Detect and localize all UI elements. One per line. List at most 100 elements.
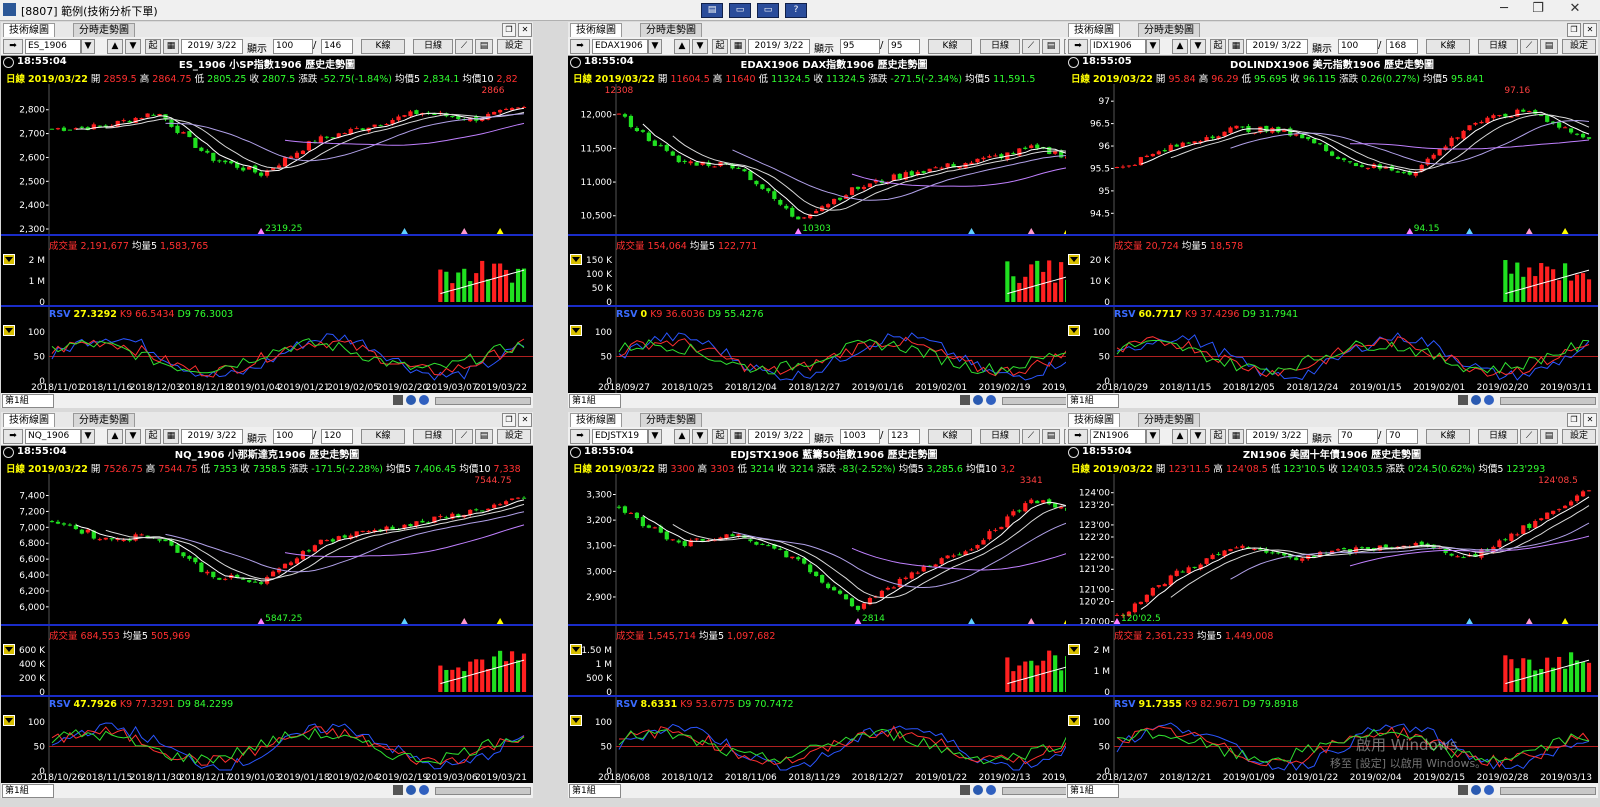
volume-expand-icon[interactable] bbox=[3, 254, 15, 265]
toolbar-button-3[interactable]: ▭ bbox=[757, 3, 779, 18]
display-count-input[interactable]: 70 bbox=[1338, 429, 1378, 444]
volume-expand-icon[interactable] bbox=[3, 644, 15, 655]
link-arrow-icon[interactable]: ➡ bbox=[570, 39, 590, 54]
tab-intraday-chart[interactable]: 分時走勢圖 bbox=[640, 23, 702, 37]
zoom-out-icon[interactable] bbox=[419, 785, 429, 795]
zoom-in-icon[interactable] bbox=[973, 785, 983, 795]
draw-line-icon[interactable]: ⟋ bbox=[1022, 429, 1040, 444]
export-excel-icon[interactable]: ▤ bbox=[1540, 429, 1558, 444]
tab-intraday-chart[interactable]: 分時走勢圖 bbox=[1138, 413, 1200, 427]
restore-icon[interactable]: ❐ bbox=[1528, 1, 1548, 16]
date-mode-icon[interactable]: ▦ bbox=[730, 429, 746, 444]
prev-up-icon[interactable]: ▲ bbox=[1172, 39, 1188, 54]
symbol-input[interactable]: EDAX1906 bbox=[592, 39, 648, 54]
panel-restore-icon[interactable]: ❐ bbox=[1567, 23, 1581, 37]
toolbar-button-help[interactable]: ? bbox=[785, 3, 807, 18]
export-excel-icon[interactable]: ▤ bbox=[1042, 39, 1060, 54]
date-mode-icon[interactable]: ▦ bbox=[730, 39, 746, 54]
panel-restore-icon[interactable]: ❐ bbox=[502, 413, 516, 427]
prev-up-icon[interactable]: ▲ bbox=[107, 39, 123, 54]
scroll-track[interactable] bbox=[435, 397, 531, 405]
zoom-out-icon[interactable] bbox=[1484, 395, 1494, 405]
display-count-input[interactable]: 95 bbox=[840, 39, 880, 54]
zoom-out-icon[interactable] bbox=[419, 395, 429, 405]
export-excel-icon[interactable]: ▤ bbox=[1540, 39, 1558, 54]
prev-up-icon[interactable]: ▲ bbox=[1172, 429, 1188, 444]
kd-expand-icon[interactable] bbox=[3, 325, 15, 336]
tab-technical-chart[interactable]: 技術線圖 bbox=[1068, 413, 1120, 427]
tab-technical-chart[interactable]: 技術線圖 bbox=[3, 23, 55, 37]
settings-button[interactable]: 設定 bbox=[497, 429, 531, 444]
zoom-in-icon[interactable] bbox=[406, 785, 416, 795]
date-mode-icon[interactable]: ▦ bbox=[163, 39, 179, 54]
zoom-fit-icon[interactable] bbox=[1458, 785, 1468, 795]
panel-close-icon[interactable]: ✕ bbox=[1583, 413, 1597, 427]
zoom-in-icon[interactable] bbox=[1471, 785, 1481, 795]
link-arrow-icon[interactable]: ➡ bbox=[3, 429, 23, 444]
tab-technical-chart[interactable]: 技術線圖 bbox=[570, 413, 622, 427]
draw-line-icon[interactable]: ⟋ bbox=[455, 429, 473, 444]
volume-expand-icon[interactable] bbox=[1068, 254, 1080, 265]
date-input[interactable]: 2019/ 3/22 bbox=[1246, 429, 1308, 444]
zoom-fit-icon[interactable] bbox=[960, 395, 970, 405]
link-arrow-icon[interactable]: ➡ bbox=[1068, 429, 1088, 444]
start-mode-button[interactable]: 起 bbox=[712, 429, 728, 444]
close-icon[interactable]: ✕ bbox=[1565, 1, 1585, 16]
panel-restore-icon[interactable]: ❐ bbox=[502, 23, 516, 37]
date-input[interactable]: 2019/ 3/22 bbox=[748, 429, 810, 444]
period-button[interactable]: 日線 bbox=[413, 429, 453, 444]
symbol-dropdown-icon[interactable]: ▼ bbox=[648, 429, 662, 444]
zoom-in-icon[interactable] bbox=[406, 395, 416, 405]
group-select[interactable]: 第1組 bbox=[569, 784, 621, 798]
toolbar-button-1[interactable]: ▤ bbox=[701, 3, 723, 18]
next-down-icon[interactable]: ▼ bbox=[1190, 39, 1206, 54]
panel-close-icon[interactable]: ✕ bbox=[518, 413, 532, 427]
kline-type-button[interactable]: K線 bbox=[361, 429, 405, 444]
prev-up-icon[interactable]: ▲ bbox=[107, 429, 123, 444]
kd-expand-icon[interactable] bbox=[570, 325, 582, 336]
period-button[interactable]: 日線 bbox=[1478, 429, 1518, 444]
export-excel-icon[interactable]: ▤ bbox=[475, 39, 493, 54]
date-input[interactable]: 2019/ 3/22 bbox=[748, 39, 810, 54]
tab-intraday-chart[interactable]: 分時走勢圖 bbox=[73, 413, 135, 427]
zoom-fit-icon[interactable] bbox=[960, 785, 970, 795]
kline-type-button[interactable]: K線 bbox=[361, 39, 405, 54]
draw-line-icon[interactable]: ⟋ bbox=[1520, 429, 1538, 444]
symbol-input[interactable]: IDX1906 bbox=[1090, 39, 1146, 54]
period-button[interactable]: 日線 bbox=[413, 39, 453, 54]
date-input[interactable]: 2019/ 3/22 bbox=[181, 39, 243, 54]
display-count-input[interactable]: 100 bbox=[273, 39, 313, 54]
panel-restore-icon[interactable]: ❐ bbox=[1567, 413, 1581, 427]
symbol-dropdown-icon[interactable]: ▼ bbox=[648, 39, 662, 54]
kline-type-button[interactable]: K線 bbox=[928, 429, 972, 444]
kline-type-button[interactable]: K線 bbox=[928, 39, 972, 54]
symbol-dropdown-icon[interactable]: ▼ bbox=[81, 429, 95, 444]
kline-type-button[interactable]: K線 bbox=[1426, 39, 1470, 54]
export-excel-icon[interactable]: ▤ bbox=[1042, 429, 1060, 444]
start-mode-button[interactable]: 起 bbox=[1210, 39, 1226, 54]
symbol-dropdown-icon[interactable]: ▼ bbox=[1146, 429, 1160, 444]
draw-line-icon[interactable]: ⟋ bbox=[1022, 39, 1040, 54]
tab-intraday-chart[interactable]: 分時走勢圖 bbox=[640, 413, 702, 427]
symbol-dropdown-icon[interactable]: ▼ bbox=[1146, 39, 1160, 54]
group-select[interactable]: 第1組 bbox=[1067, 394, 1119, 408]
draw-line-icon[interactable]: ⟋ bbox=[455, 39, 473, 54]
tab-intraday-chart[interactable]: 分時走勢圖 bbox=[1138, 23, 1200, 37]
minimize-icon[interactable]: ─ bbox=[1494, 1, 1514, 16]
period-button[interactable]: 日線 bbox=[1478, 39, 1518, 54]
volume-expand-icon[interactable] bbox=[570, 644, 582, 655]
symbol-input[interactable]: NQ_1906 bbox=[25, 429, 81, 444]
settings-button[interactable]: 設定 bbox=[1562, 429, 1596, 444]
symbol-dropdown-icon[interactable]: ▼ bbox=[81, 39, 95, 54]
next-down-icon[interactable]: ▼ bbox=[125, 429, 141, 444]
zoom-fit-icon[interactable] bbox=[393, 785, 403, 795]
group-select[interactable]: 第1組 bbox=[2, 784, 54, 798]
kd-expand-icon[interactable] bbox=[1068, 325, 1080, 336]
zoom-fit-icon[interactable] bbox=[393, 395, 403, 405]
panel-close-icon[interactable]: ✕ bbox=[1583, 23, 1597, 37]
symbol-input[interactable]: ZN1906 bbox=[1090, 429, 1146, 444]
group-select[interactable]: 第1組 bbox=[1067, 784, 1119, 798]
next-down-icon[interactable]: ▼ bbox=[692, 429, 708, 444]
kd-expand-icon[interactable] bbox=[1068, 715, 1080, 726]
next-down-icon[interactable]: ▼ bbox=[692, 39, 708, 54]
